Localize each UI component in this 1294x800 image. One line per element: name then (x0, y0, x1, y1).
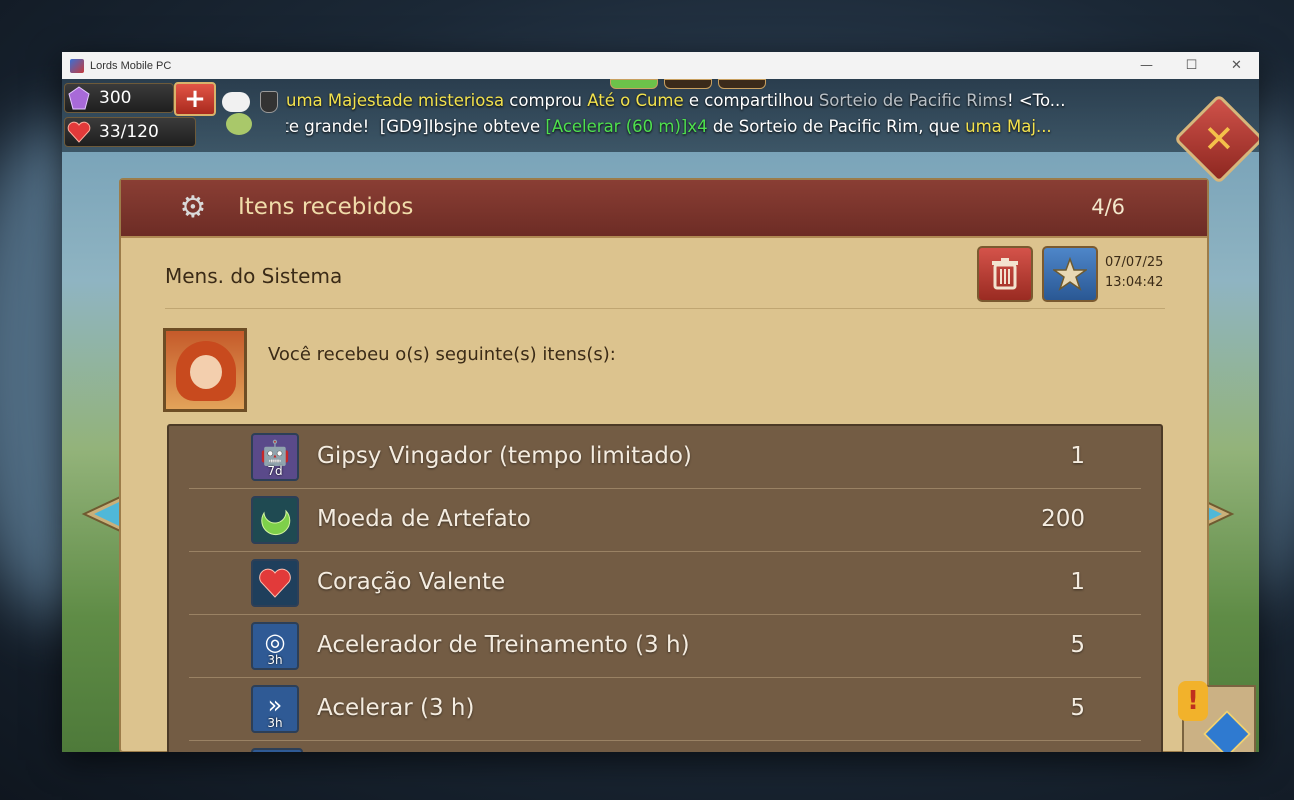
gem-icon (67, 86, 91, 110)
duration-badge: 3h (267, 653, 283, 667)
chat-segment[interactable]: Sorteio de Pacific Rims (819, 91, 1007, 110)
artifact-coin-icon (251, 496, 299, 544)
divider (165, 308, 1165, 309)
mail-page-count: 4/6 (1091, 195, 1125, 219)
chat-segment[interactable]: uma Majestade misteriosa (286, 91, 504, 110)
item-quantity: 200 (1041, 506, 1085, 532)
stamina-counter: 33/120 (64, 117, 196, 147)
avatar-face (190, 355, 222, 389)
duration-badge: 3h (267, 716, 283, 730)
add-gems-button[interactable]: + (174, 82, 216, 116)
chat-segment[interactable]: [Acelerar (60 m)]x4 (545, 117, 707, 136)
item-quantity: 1 (1070, 569, 1085, 595)
item-quantity: 5 (1070, 695, 1085, 721)
item-name: Gipsy Vingador (tempo limitado) (317, 443, 692, 469)
list-item[interactable]: Coração Valente 1 (169, 552, 1161, 615)
training-speedup-icon: ◎ 3h (251, 622, 299, 670)
item-name: Acelerar (3 h) (317, 695, 475, 721)
heart-icon (67, 120, 91, 144)
speedup-icon: » 3h (251, 685, 299, 733)
app-icon (70, 58, 84, 73)
heart-icon (251, 559, 299, 607)
mail-time: 13:04:42 (1105, 275, 1164, 290)
chat-segment[interactable]: uma Maj... (965, 117, 1052, 136)
mail-date: 07/07/25 (1105, 255, 1164, 270)
chat-segment: comprou (504, 90, 588, 110)
item-quantity: 1 (1070, 443, 1085, 469)
item-icon-partial (251, 748, 303, 752)
chat-segment: ! <To... (1006, 90, 1066, 110)
row-divider (189, 740, 1141, 741)
chat-ticker[interactable]: uma Majestade misteriosa comprou Até o C… (286, 87, 1206, 139)
avatar (163, 328, 247, 412)
chat-bubble-icon[interactable] (222, 92, 250, 112)
mail-timestamp: 07/07/25 13:04:42 (1105, 253, 1163, 293)
star-icon (1053, 257, 1087, 291)
maximize-button[interactable]: ☐ (1169, 52, 1214, 79)
shield-icon (260, 91, 278, 113)
chat-line-1: uma Majestade misteriosa comprou Até o C… (286, 87, 1206, 113)
list-item[interactable]: Moeda de Artefato 200 (169, 489, 1161, 552)
stamina-value: 33/120 (99, 122, 159, 142)
chat-segment[interactable]: Até o Cume (587, 91, 683, 110)
app-window: Lords Mobile PC — ☐ ✕ 300 + 33/120 uma M… (62, 52, 1259, 752)
item-quantity: 5 (1070, 632, 1085, 658)
gems-counter: 300 (64, 83, 174, 113)
list-item[interactable]: » 3h Acelerar (3 h) 5 (169, 678, 1161, 741)
panel-title: Itens recebidos (238, 194, 414, 220)
mail-sender: Mens. do Sistema (165, 264, 343, 288)
gems-value: 300 (99, 88, 132, 108)
close-icon: ✕ (1203, 117, 1235, 161)
title-bar: Lords Mobile PC — ☐ ✕ (62, 52, 1259, 79)
mail-panel: ⚙ Itens recebidos 4/6 Mens. do Sistema 0… (119, 178, 1209, 752)
favorite-button[interactable] (1042, 246, 1098, 302)
chat-segment: [GD9]Ibsjne (379, 116, 478, 136)
window-title: Lords Mobile PC (90, 59, 172, 72)
chat-segment: e compartilhou (683, 90, 819, 110)
items-list[interactable]: 🤖 7d Gipsy Vingador (tempo limitado) 1 Moeda… (167, 424, 1163, 752)
duration-badge: 7d (267, 464, 283, 478)
alert-icon[interactable]: ! (1178, 681, 1208, 721)
mech-icon: 🤖 7d (251, 433, 299, 481)
close-window-button[interactable]: ✕ (1214, 52, 1259, 79)
clover-icon (226, 113, 252, 135)
list-item[interactable]: ◎ 3h Acelerador de Treinamento (3 h) 5 (169, 615, 1161, 678)
item-name: Coração Valente (317, 569, 506, 595)
minimize-button[interactable]: — (1124, 52, 1169, 79)
trash-icon (992, 258, 1018, 290)
gear-icon[interactable]: ⚙ (177, 192, 209, 224)
chat-segment: obteve (477, 116, 546, 136)
game-viewport: 300 + 33/120 uma Majestade misteriosa co… (62, 79, 1259, 752)
delete-button[interactable] (977, 246, 1033, 302)
item-name: Acelerador de Treinamento (3 h) (317, 632, 690, 658)
list-item[interactable]: 🤖 7d Gipsy Vingador (tempo limitado) 1 (169, 426, 1161, 489)
mail-intro-text: Você recebeu o(s) seguinte(s) itens(s): (268, 344, 616, 365)
item-name: Moeda de Artefato (317, 506, 531, 532)
panel-header: ⚙ Itens recebidos 4/6 (121, 180, 1207, 238)
chat-segment: Sorte grande! (286, 116, 370, 136)
chat-line-2: Sorte grande! [GD9]Ibsjne obteve [Aceler… (286, 113, 1206, 139)
castle-menu-button[interactable]: ! (1172, 675, 1259, 752)
chat-segment: de Sorteio de Pacific Rim, que (707, 116, 966, 136)
